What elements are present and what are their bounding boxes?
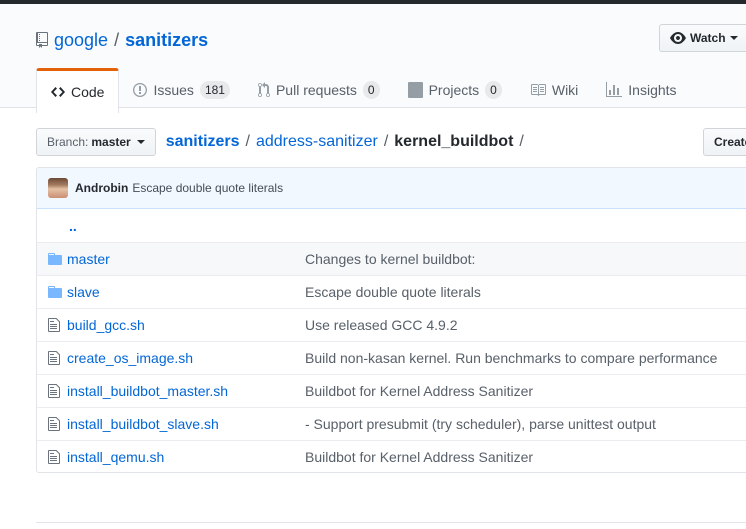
file-navigation: Branch: master sanitizers / address-sani…: [36, 128, 746, 156]
file-row[interactable]: install_buildbot_slave.sh - Support presu…: [37, 407, 746, 440]
tab-code-label: Code: [71, 84, 105, 100]
file-row[interactable]: create_os_image.sh Build non-kasan kernel…: [37, 341, 746, 374]
repo-nav-tabs: Code Issues 181 Pull requests 0 Projects…: [36, 68, 691, 113]
file-row[interactable]: install_buildbot_master.sh Buildbot for K…: [37, 374, 746, 407]
directory-link[interactable]: slave: [67, 284, 305, 300]
breadcrumb-root-link[interactable]: sanitizers: [166, 133, 240, 151]
divider: [36, 522, 746, 523]
tab-projects-label: Projects: [428, 82, 480, 98]
last-commit-message-link[interactable]: Build non-kasan kernel. Run benchmarks t…: [305, 350, 717, 366]
tab-issues[interactable]: Issues 181: [119, 68, 244, 112]
file-icon: [37, 449, 67, 465]
tab-pull-requests-label: Pull requests: [275, 82, 357, 98]
breadcrumb-current: kernel_buildbot: [394, 133, 514, 150]
code-icon: [51, 87, 65, 97]
project-icon: [407, 82, 423, 98]
file-row[interactable]: build_gcc.sh Use released GCC 4.9.2: [37, 308, 746, 341]
tab-insights[interactable]: Insights: [592, 68, 690, 112]
file-link[interactable]: install_buildbot_slave.sh: [67, 416, 305, 432]
file-link[interactable]: build_gcc.sh: [67, 317, 305, 333]
parent-directory-link[interactable]: ..: [69, 218, 77, 234]
breadcrumb: sanitizers / address-sanitizer / kernel_…: [166, 133, 530, 151]
tab-code[interactable]: Code: [36, 68, 120, 113]
file-icon: [37, 383, 67, 399]
directory-row[interactable]: master Changes to kernel buildbot:: [37, 242, 746, 275]
issues-count-badge: 181: [199, 81, 230, 99]
last-commit-message-link[interactable]: Buildbot for Kernel Address Sanitizer: [305, 449, 533, 465]
last-commit-message-link[interactable]: Escape double quote literals: [305, 284, 481, 300]
file-row[interactable]: install_qemu.sh Buildbot for Kernel Addre…: [37, 440, 746, 472]
tab-issues-label: Issues: [153, 82, 194, 98]
folder-icon: [37, 251, 67, 267]
directory-row[interactable]: slave Escape double quote literals: [37, 275, 746, 308]
breadcrumb-separator: /: [383, 133, 389, 150]
file-icon: [37, 416, 67, 432]
repo-name-link[interactable]: sanitizers: [125, 30, 208, 51]
tab-wiki[interactable]: Wiki: [516, 68, 592, 112]
watch-label: Watch: [690, 31, 726, 45]
pull-requests-count-badge: 0: [362, 81, 380, 99]
breadcrumb-separator: /: [519, 133, 524, 150]
issue-icon: [133, 83, 148, 97]
last-commit-message-link[interactable]: - Support presubmit (try scheduler), par…: [305, 416, 656, 432]
chevron-down-icon: [729, 36, 738, 40]
branch-select-button[interactable]: Branch: master: [36, 128, 156, 156]
commit-message[interactable]: Escape double quote literals: [132, 181, 283, 195]
projects-count-badge: 0: [485, 81, 502, 99]
file-icon: [37, 317, 67, 333]
latest-commit-bar: Androbin Escape double quote literals: [37, 168, 746, 209]
file-link[interactable]: install_qemu.sh: [67, 449, 305, 465]
commit-author[interactable]: Androbin: [75, 181, 128, 195]
parent-directory-row[interactable]: ..: [37, 209, 746, 242]
repo-title-separator: /: [114, 29, 120, 50]
tab-wiki-label: Wiki: [551, 82, 579, 98]
file-link[interactable]: install_buildbot_master.sh: [67, 383, 305, 399]
pull-request-icon: [257, 82, 270, 98]
book-icon: [530, 84, 546, 96]
tab-pull-requests[interactable]: Pull requests 0: [244, 68, 394, 112]
breadcrumb-dir-link[interactable]: address-sanitizer: [256, 133, 378, 151]
file-icon: [37, 350, 67, 366]
avatar[interactable]: [48, 178, 68, 198]
file-link[interactable]: create_os_image.sh: [67, 350, 305, 366]
branch-label: Branch:: [47, 135, 89, 149]
create-button-label: Create: [714, 135, 746, 149]
create-new-file-button[interactable]: Create: [703, 128, 746, 156]
repository-header: google / sanitizers Watch Code Issues 18…: [0, 4, 746, 113]
folder-icon: [37, 284, 67, 300]
file-list: Androbin Escape double quote literals ..…: [36, 167, 746, 473]
repo-title: google / sanitizers: [36, 28, 208, 52]
last-commit-message-link[interactable]: Changes to kernel buildbot:: [305, 251, 475, 267]
directory-link[interactable]: master: [67, 251, 305, 267]
graph-icon: [606, 82, 623, 97]
tab-insights-label: Insights: [628, 82, 677, 98]
breadcrumb-separator: /: [245, 133, 250, 150]
repo-owner-link[interactable]: google: [54, 30, 108, 51]
repo-icon: [36, 32, 48, 48]
branch-value: master: [91, 135, 131, 149]
last-commit-message-link[interactable]: Buildbot for Kernel Address Sanitizer: [305, 383, 533, 399]
tab-projects[interactable]: Projects 0: [394, 68, 516, 112]
chevron-down-icon: [136, 140, 145, 144]
watch-button[interactable]: Watch: [659, 24, 746, 52]
eye-icon: [670, 32, 686, 44]
last-commit-message-link[interactable]: Use released GCC 4.9.2: [305, 317, 458, 333]
